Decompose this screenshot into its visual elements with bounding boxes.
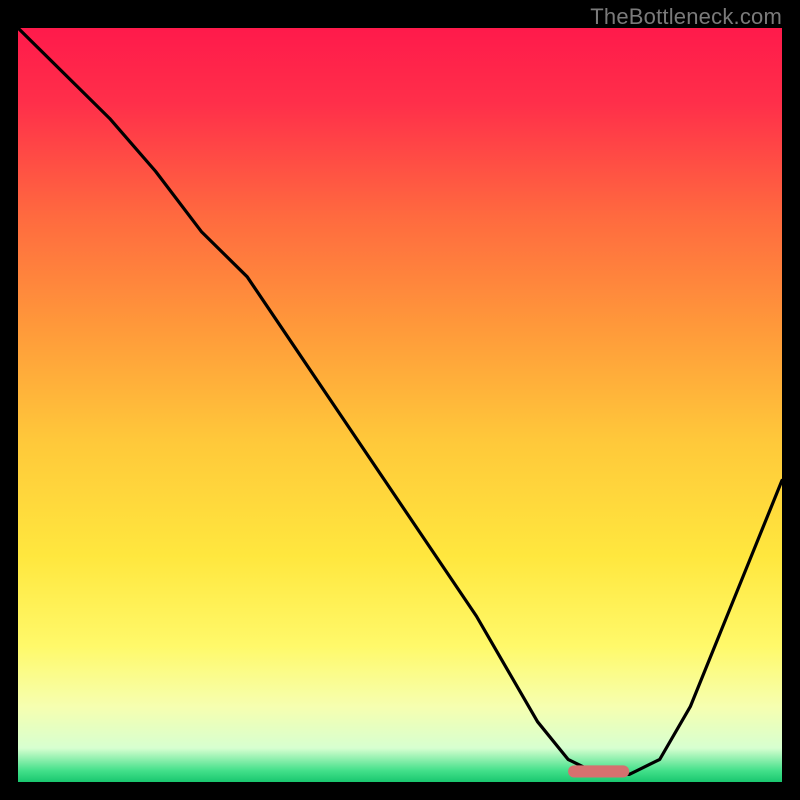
- chart-frame: [18, 28, 782, 782]
- watermark-text: TheBottleneck.com: [590, 4, 782, 30]
- chart-background: [18, 28, 782, 782]
- chart-svg: [18, 28, 782, 782]
- optimal-range-marker: [568, 765, 629, 777]
